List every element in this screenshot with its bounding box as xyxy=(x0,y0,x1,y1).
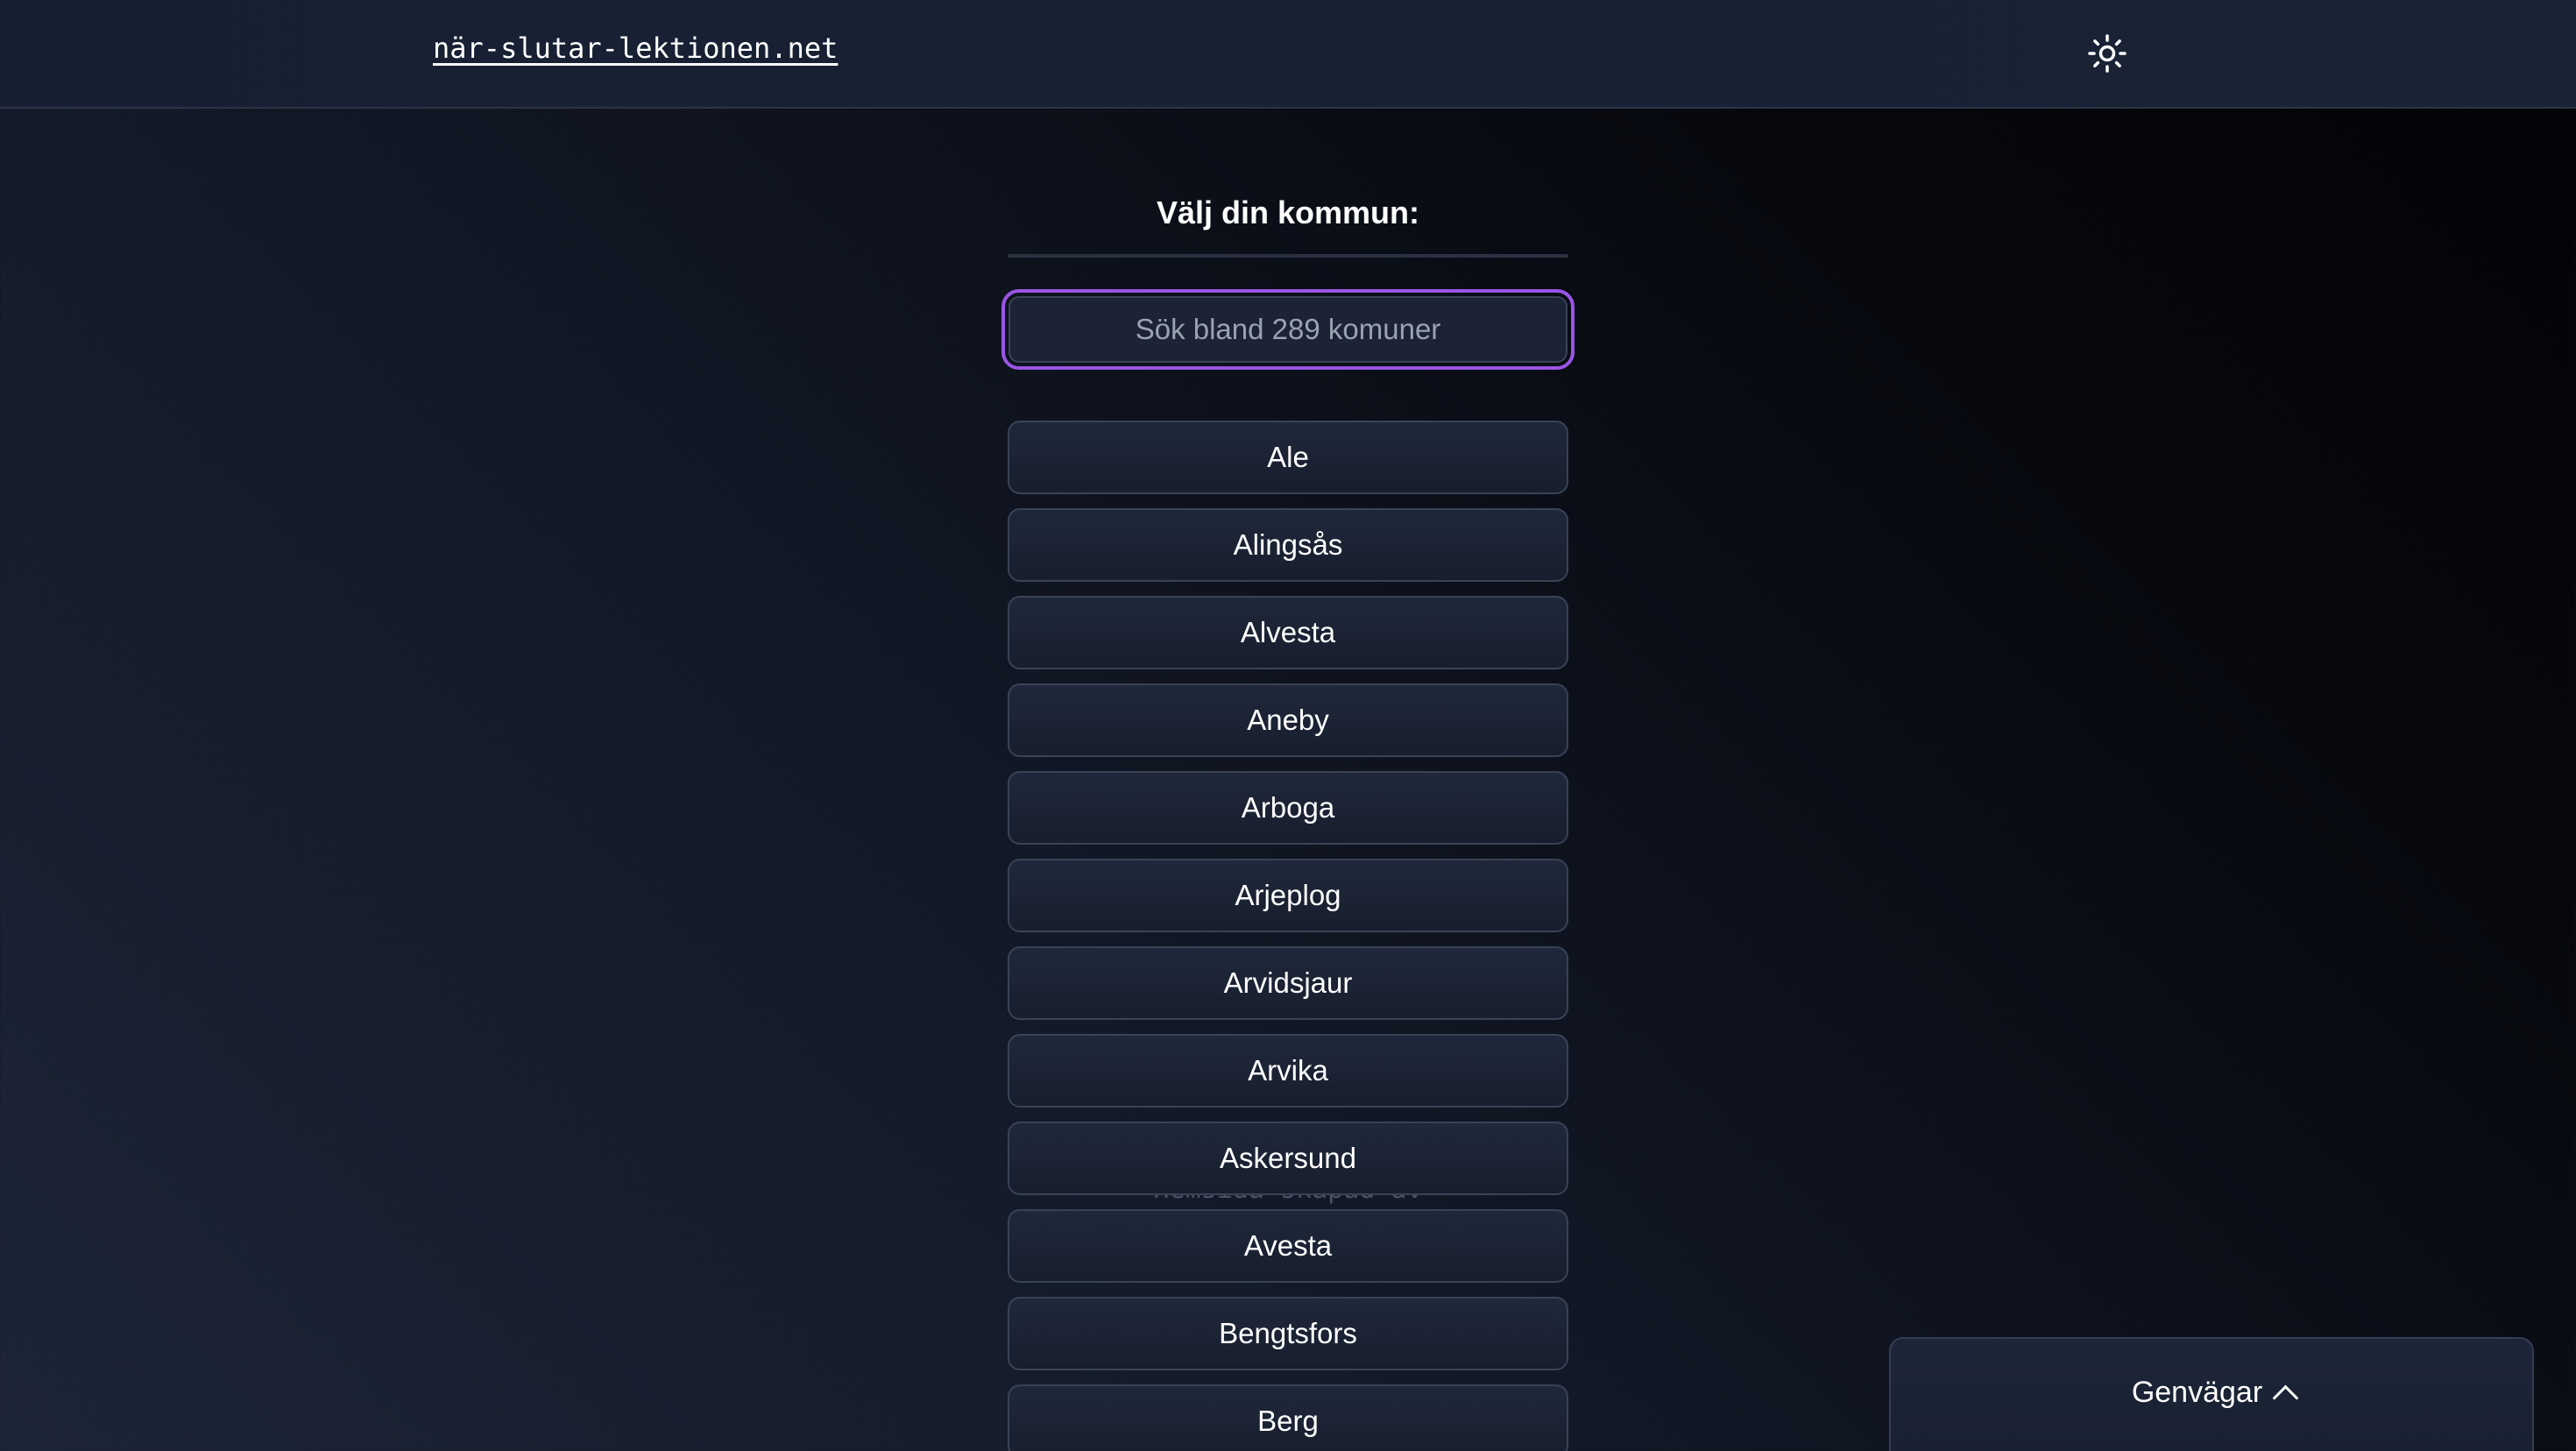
shortcuts-toggle-panel[interactable]: Genvägar xyxy=(1889,1337,2534,1451)
theme-toggle-button[interactable] xyxy=(2085,32,2129,75)
municipality-button-arjeplog[interactable]: Arjeplog xyxy=(1008,859,1568,932)
municipality-button-ale[interactable]: Ale xyxy=(1008,421,1568,494)
municipality-button-askersund[interactable]: Askersund xyxy=(1008,1122,1568,1195)
shortcuts-label-row: Genvägar xyxy=(1891,1376,2536,1412)
municipality-button-arvidsjaur[interactable]: Arvidsjaur xyxy=(1008,946,1568,1020)
heading-divider xyxy=(1008,254,1568,258)
top-navigation-bar: när-slutar-lektionen.net xyxy=(0,0,2576,109)
municipality-button-berg[interactable]: Berg xyxy=(1008,1384,1568,1451)
municipality-button-alvesta[interactable]: Alvesta xyxy=(1008,596,1568,669)
municipality-button-arboga[interactable]: Arboga xyxy=(1008,771,1568,845)
municipality-button-alingsas[interactable]: Alingsås xyxy=(1008,508,1568,582)
sun-icon xyxy=(2088,34,2127,73)
page-heading: Välj din kommun: xyxy=(1156,195,1420,230)
search-focus-ring xyxy=(1001,289,1575,370)
chevron-up-icon xyxy=(2272,1384,2299,1412)
site-home-link[interactable]: när-slutar-lektionen.net xyxy=(433,32,838,65)
municipality-search-input[interactable] xyxy=(1008,296,1568,363)
municipality-button-aneby[interactable]: Aneby xyxy=(1008,683,1568,757)
municipality-button-avesta[interactable]: Avesta xyxy=(1008,1209,1568,1283)
municipality-list: Ale Alingsås Alvesta Aneby Arboga Arjepl… xyxy=(1008,421,1568,1451)
shortcuts-label: Genvägar xyxy=(2131,1376,2263,1409)
municipality-button-bengtsfors[interactable]: Bengtsfors xyxy=(1008,1297,1568,1370)
municipality-button-arvika[interactable]: Arvika xyxy=(1008,1034,1568,1108)
